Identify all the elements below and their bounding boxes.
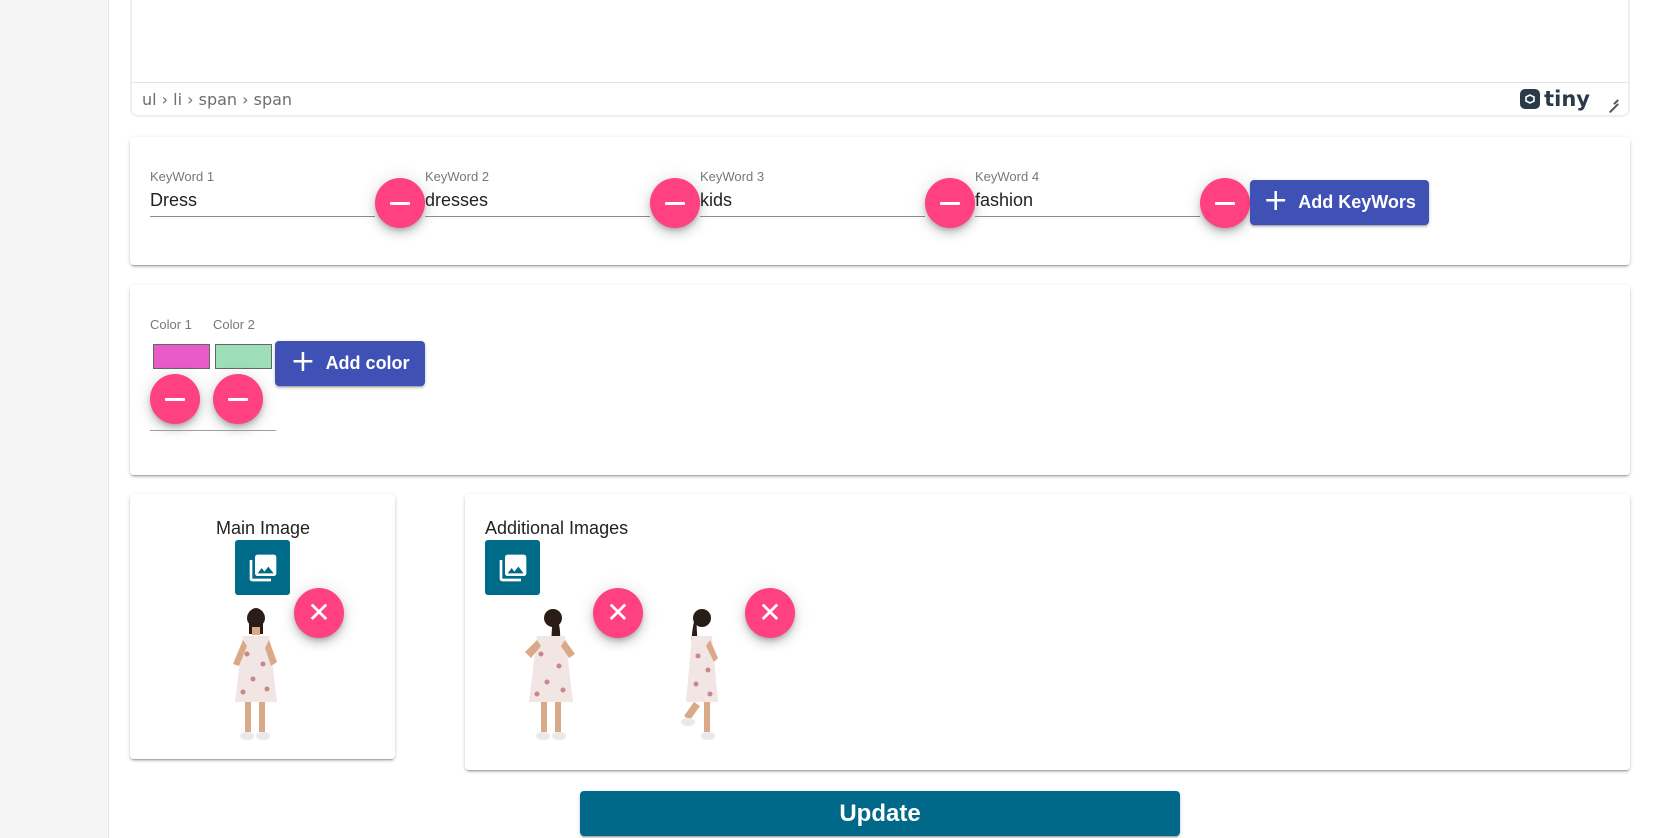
photo-library-icon xyxy=(249,554,276,581)
remove-color-button[interactable] xyxy=(213,374,263,424)
color-swatch[interactable] xyxy=(153,344,210,369)
keyword-input[interactable]: fashion xyxy=(975,187,1200,217)
editor-branding[interactable]: tiny xyxy=(1520,87,1618,111)
keywords-card: KeyWord 1 Dress KeyWord 2 dresses KeyWor… xyxy=(130,137,1630,265)
tiny-brand-text: tiny xyxy=(1544,87,1590,111)
additional-images-card: Additional Images ✕ ✕ xyxy=(465,494,1630,770)
color-label: Color 2 xyxy=(213,317,255,332)
colors-card: Color 1 Color 2 + Add color xyxy=(130,285,1630,475)
editor-element-path[interactable]: ul › li › span › span xyxy=(142,90,292,109)
upload-additional-images-button[interactable] xyxy=(485,540,540,595)
main-image-title: Main Image xyxy=(216,518,311,538)
minus-icon xyxy=(390,201,410,205)
color-swatch[interactable] xyxy=(215,344,272,369)
resize-handle-icon[interactable] xyxy=(1604,92,1618,106)
add-keyword-button[interactable]: + Add KeyWors xyxy=(1250,180,1429,225)
add-color-label: Add color xyxy=(325,353,410,373)
tiny-logo-icon xyxy=(1520,89,1541,109)
keyword-label: KeyWord 1 xyxy=(150,169,215,184)
keyword-input[interactable]: Dress xyxy=(150,187,375,217)
additional-product-image xyxy=(670,604,730,749)
minus-icon xyxy=(165,397,185,401)
remove-additional-image-button[interactable]: ✕ xyxy=(745,588,795,638)
remove-keyword-button[interactable] xyxy=(375,178,425,228)
color-field-underline xyxy=(150,430,276,431)
main-image-card: Main Image ✕ xyxy=(130,494,395,759)
keyword-input[interactable]: dresses xyxy=(425,187,650,217)
keyword-field-3[interactable]: KeyWord 3 kids xyxy=(700,169,925,217)
keyword-field-4[interactable]: KeyWord 4 fashion xyxy=(975,169,1200,217)
plus-icon: + xyxy=(290,344,316,379)
keyword-label: KeyWord 4 xyxy=(975,169,1040,184)
remove-main-image-button[interactable]: ✕ xyxy=(294,588,344,638)
additional-product-image xyxy=(515,604,585,749)
keyword-field-1[interactable]: KeyWord 1 Dress xyxy=(150,169,375,217)
close-icon: ✕ xyxy=(758,596,782,629)
add-keyword-label: Add KeyWors xyxy=(1298,192,1416,212)
upload-main-image-button[interactable] xyxy=(235,540,290,595)
minus-icon xyxy=(1215,201,1235,205)
close-icon: ✕ xyxy=(606,596,630,629)
editor-statusbar: ul › li › span › span tiny xyxy=(132,82,1628,115)
rich-text-editor[interactable]: ul › li › span › span tiny xyxy=(130,0,1630,117)
remove-keyword-button[interactable] xyxy=(925,178,975,228)
keyword-field-2[interactable]: KeyWord 2 dresses xyxy=(425,169,650,217)
remove-keyword-button[interactable] xyxy=(1200,178,1250,228)
plus-icon: + xyxy=(1263,183,1289,218)
photo-library-icon xyxy=(499,554,526,581)
remove-color-button[interactable] xyxy=(150,374,200,424)
update-button[interactable]: Update xyxy=(580,791,1180,836)
minus-icon xyxy=(940,201,960,205)
keyword-input[interactable]: kids xyxy=(700,187,925,217)
color-label: Color 1 xyxy=(150,317,192,332)
add-color-button[interactable]: + Add color xyxy=(275,341,425,386)
additional-images-title: Additional Images xyxy=(485,518,629,538)
keyword-label: KeyWord 3 xyxy=(700,169,765,184)
minus-icon xyxy=(228,397,248,401)
remove-keyword-button[interactable] xyxy=(650,178,700,228)
keyword-label: KeyWord 2 xyxy=(425,169,490,184)
remove-additional-image-button[interactable]: ✕ xyxy=(593,588,643,638)
minus-icon xyxy=(665,201,685,205)
main-product-image xyxy=(225,604,285,749)
close-icon: ✕ xyxy=(307,596,331,629)
